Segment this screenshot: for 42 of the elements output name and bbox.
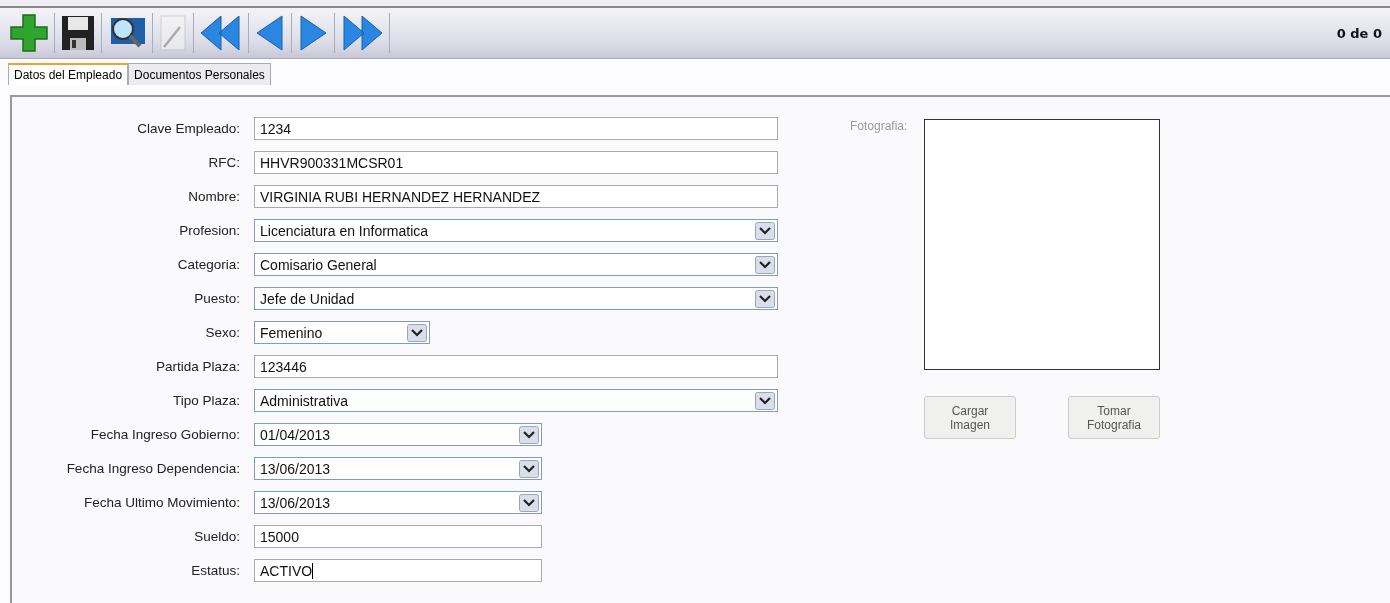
chevron-down-icon	[755, 391, 775, 410]
field-label: Categoria:	[176, 257, 241, 272]
tab[interactable]: Datos del Empleado	[8, 63, 129, 85]
chevron-down-icon	[407, 323, 427, 342]
date-picker[interactable]: 13/06/2013	[254, 491, 542, 514]
chevron-down-icon	[755, 255, 775, 274]
field-label: Puesto:	[193, 291, 241, 306]
photo-label: Fotografia:	[850, 119, 909, 135]
chevron-down-icon	[755, 221, 775, 240]
input-field[interactable]: 15000	[254, 525, 542, 548]
chevron-down-icon	[519, 493, 539, 512]
photo-button[interactable]: Tomar Fotografia	[1068, 396, 1160, 439]
field-label: Fecha Ingreso Dependencia:	[65, 461, 241, 476]
dropdown[interactable]: Femenino	[254, 321, 430, 344]
dropdown[interactable]: Licenciatura en Informatica	[254, 219, 778, 242]
field-label: Clave Empleado:	[136, 121, 241, 136]
dropdown[interactable]: Administrativa	[254, 389, 778, 412]
field-label: Estatus:	[190, 563, 241, 578]
chevron-down-icon	[519, 425, 539, 444]
input-field[interactable]: ACTIVO	[254, 559, 542, 582]
date-picker[interactable]: 13/06/2013	[254, 457, 542, 480]
input-field[interactable]: VIRGINIA RUBI HERNANDEZ HERNANDEZ	[254, 185, 778, 208]
field-label: RFC:	[207, 155, 241, 170]
field-label: Fecha Ultimo Movimiento:	[82, 495, 241, 510]
dropdown[interactable]: Comisario General	[254, 253, 778, 276]
field-label: Profesion:	[178, 223, 241, 238]
dropdown[interactable]: Jefe de Unidad	[254, 287, 778, 310]
field-label: Tipo Plaza:	[171, 393, 241, 408]
field-label: Nombre:	[187, 189, 241, 204]
chevron-down-icon	[519, 459, 539, 478]
input-field[interactable]: HHVR900331MCSR01	[254, 151, 778, 174]
record-counter: 0 de 0	[1336, 25, 1382, 41]
field-label: Sexo:	[204, 325, 241, 340]
photo-button[interactable]: Cargar Imagen	[924, 396, 1016, 439]
field-label: Sueldo:	[193, 529, 241, 544]
chevron-down-icon	[755, 289, 775, 308]
tab[interactable]: Documentos Personales	[128, 63, 271, 85]
input-field[interactable]: 1234	[254, 117, 778, 140]
field-label: Fecha Ingreso Gobierno:	[89, 427, 241, 442]
input-field[interactable]: 123446	[254, 355, 778, 378]
date-picker[interactable]: 01/04/2013	[254, 423, 542, 446]
field-label: Partida Plaza:	[154, 359, 241, 374]
